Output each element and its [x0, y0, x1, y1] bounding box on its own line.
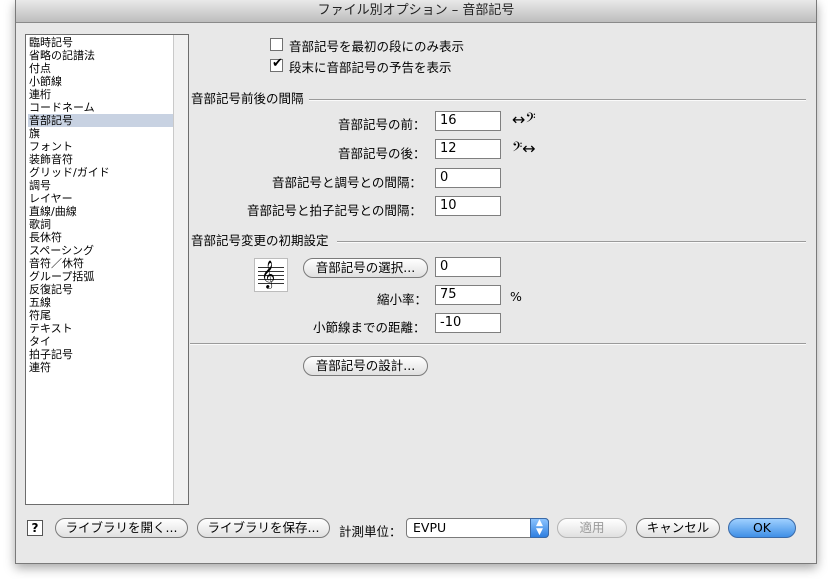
category-list[interactable]: 臨時記号 省略の記譜法 付点 小節線 連桁 コードネーム 音部記号旗フォント 装飾音符 グリッド… — [25, 34, 189, 505]
list-item[interactable]: 連符 — [28, 361, 173, 374]
window-title: ファイル別オプション – 音部記号 — [16, 0, 816, 23]
after-clef-label: 音部記号の後： — [338, 146, 426, 161]
clef-key-gap-label: 音部記号と調号との間隔： — [272, 175, 422, 190]
list-item[interactable]: 歌詞 — [28, 218, 173, 231]
list-item[interactable]: スペーシング — [28, 244, 173, 257]
checkmark-icon: ✔ — [272, 56, 283, 71]
units-select[interactable]: EVPU ▲ ▼ — [406, 518, 549, 538]
list-item[interactable]: 小節線 — [28, 75, 173, 88]
list-item[interactable]: 臨時記号 — [28, 36, 173, 49]
courtesy-clef-label: 段末に音部記号の予告を表示 — [289, 60, 452, 75]
list-item[interactable]: タイ — [28, 335, 173, 348]
barline-distance-input[interactable]: -10 — [435, 313, 501, 333]
section-divider — [190, 343, 806, 345]
before-clef-label: 音部記号の前： — [338, 117, 426, 132]
list-item[interactable]: フォント — [28, 140, 173, 153]
file-options-dialog: ファイル別オプション – 音部記号 臨時記号 省略の記譜法 付点 小節線 連桁 コードネー… — [15, 0, 817, 564]
treble-clef-icon: 𝄞 — [261, 260, 276, 288]
first-staff-only-checkbox[interactable] — [270, 38, 283, 51]
help-button[interactable]: ? — [27, 520, 43, 536]
apply-button[interactable]: 適用 — [557, 518, 627, 538]
units-value: EVPU — [413, 520, 447, 535]
list-item[interactable]: グリッド/ガイド — [28, 166, 173, 179]
first-staff-only-label: 音部記号を最初の段にのみ表示 — [289, 39, 465, 54]
list-item[interactable]: 符尾 — [28, 309, 173, 322]
design-clef-button[interactable]: 音部記号の設計... — [303, 356, 428, 376]
list-item[interactable]: 付点 — [28, 62, 173, 75]
spacing-section-title: 音部記号前後の間隔 — [191, 91, 304, 106]
list-item[interactable]: グループ括弧 — [28, 270, 173, 283]
reduction-label: 縮小率： — [377, 292, 428, 307]
reduction-input[interactable]: 75 — [435, 285, 501, 305]
updown-arrows-icon: ▲ ▼ — [530, 518, 549, 538]
units-label: 計測単位： — [339, 524, 402, 539]
list-item[interactable]: 音部記号 — [28, 114, 173, 127]
list-item[interactable]: 長休符 — [28, 231, 173, 244]
arrow-bass-clef-icon: ↔𝄢 — [512, 110, 536, 129]
save-library-button[interactable]: ライブラリを保存... — [197, 518, 330, 538]
list-item[interactable]: 音符／休符 — [28, 257, 173, 270]
list-item[interactable]: 連桁 — [28, 88, 173, 101]
treble-clef-preview: 𝄞 — [254, 258, 288, 292]
bass-clef-arrow-icon: 𝄢↔ — [512, 139, 536, 158]
list-item[interactable]: 装飾音符 — [28, 153, 173, 166]
default-section-title: 音部記号変更の初期設定 — [191, 233, 329, 248]
clef-key-gap-input[interactable]: 0 — [435, 168, 501, 188]
list-item[interactable]: 反復記号 — [28, 283, 173, 296]
cancel-button[interactable]: キャンセル — [636, 518, 720, 538]
list-item[interactable]: 拍子記号 — [28, 348, 173, 361]
courtesy-clef-checkbox[interactable]: ✔ — [270, 56, 283, 72]
select-clef-button[interactable]: 音部記号の選択... — [303, 258, 428, 278]
list-item[interactable]: 省略の記譜法 — [28, 49, 173, 62]
list-item[interactable]: 調号 — [28, 179, 173, 192]
clef-index-input[interactable]: 0 — [435, 257, 501, 277]
open-library-button[interactable]: ライブラリを開く... — [55, 518, 188, 538]
clef-time-gap-label: 音部記号と拍子記号との間隔： — [247, 203, 422, 218]
after-clef-input[interactable]: 12 — [435, 139, 501, 159]
barline-distance-label: 小節線までの距離： — [313, 320, 426, 335]
list-item[interactable]: テキスト — [28, 322, 173, 335]
list-item[interactable]: 旗 — [28, 127, 173, 140]
reduction-unit: % — [510, 289, 522, 304]
section-divider — [309, 99, 806, 101]
clef-time-gap-input[interactable]: 10 — [435, 196, 501, 216]
list-item[interactable]: レイヤー — [28, 192, 173, 205]
list-item[interactable]: コードネーム — [28, 101, 173, 114]
before-clef-input[interactable]: 16 — [435, 111, 501, 131]
list-item[interactable]: 直線/曲線 — [28, 205, 173, 218]
list-scrollbar[interactable] — [173, 35, 188, 504]
list-item[interactable]: 五線 — [28, 296, 173, 309]
ok-button[interactable]: OK — [728, 518, 796, 538]
section-divider — [337, 241, 806, 243]
